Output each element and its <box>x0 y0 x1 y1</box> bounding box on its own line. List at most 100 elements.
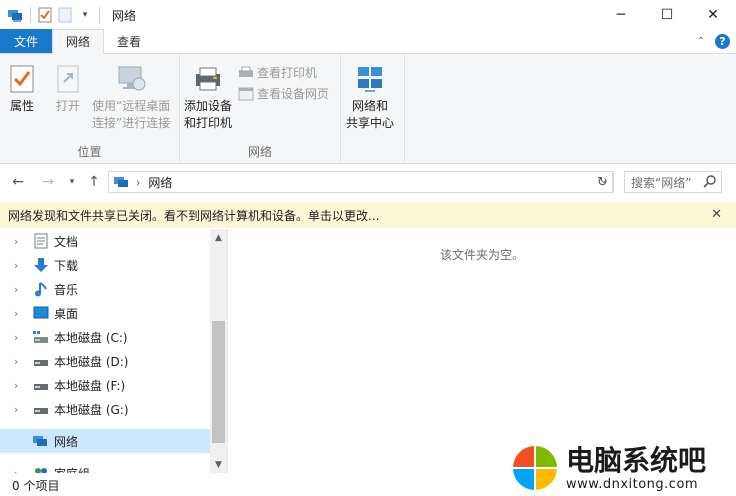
view-device-webpage-label: 查看设备网页 <box>257 87 330 101</box>
network-discovery-infobar[interactable]: 网络发现和文件共享已关闭。看不到网络计算机和设备。单击以更改... ✕ <box>0 202 736 228</box>
network-sharing-center-icon <box>354 62 386 96</box>
watermark-url: www.dnxitong.com <box>566 476 699 492</box>
homegroup-icon <box>32 464 50 473</box>
up-arrow-icon[interactable]: ↑ <box>82 170 106 194</box>
item-count: 0 个项目 <box>12 478 60 493</box>
printer-icon <box>192 62 224 96</box>
recent-locations-chevron-icon[interactable]: ▾ <box>60 170 84 194</box>
expand-chevron-icon[interactable]: › <box>14 259 26 272</box>
navigation-pane: › 文档 › 下载 › 音乐 › 桌面 › 本地磁盘 (C:) › 本地磁盘 (… <box>0 229 227 473</box>
scrollbar-thumb[interactable] <box>212 321 225 443</box>
properties-quick-icon[interactable] <box>35 5 55 25</box>
window-controls: ─ ☐ ✕ <box>598 0 736 30</box>
expand-chevron-icon[interactable]: › <box>14 467 26 474</box>
expand-chevron-icon[interactable]: › <box>14 379 26 392</box>
breadcrumb-network[interactable]: 网络 <box>148 174 172 191</box>
nav-item-label: 家庭组 <box>54 465 90 474</box>
search-box[interactable]: 搜索“网络” <box>624 171 722 193</box>
nav-item-documents[interactable]: › 文档 <box>0 229 78 253</box>
network-window-icon <box>6 5 26 25</box>
nav-item-drive-c[interactable]: › 本地磁盘 (C:) <box>0 325 128 349</box>
location-group: 属性 打开 使用“远程桌面 连接”进行连接 位置 <box>0 54 180 164</box>
nav-item-drive-f[interactable]: › 本地磁盘 (F:) <box>0 373 125 397</box>
address-bar-row: ← → ▾ ↑ › 网络 ⌄ ↻ 搜索“网络” <box>0 165 736 199</box>
desktop-icon <box>32 304 50 322</box>
open-label: 打开 <box>55 99 80 113</box>
nav-item-network[interactable]: 网络 <box>0 429 210 453</box>
quick-access-toolbar: ▾ 网络 <box>0 0 136 30</box>
scroll-up-icon[interactable]: ▲ <box>210 229 227 246</box>
nav-item-label: 音乐 <box>54 282 79 297</box>
ribbon-right-controls: ⌃ ? <box>697 34 730 49</box>
tab-view[interactable]: 查看 <box>104 29 154 53</box>
infobar-message[interactable]: 网络发现和文件共享已关闭。看不到网络计算机和设备。单击以更改... <box>8 207 379 224</box>
drive-icon <box>32 376 50 394</box>
tab-network[interactable]: 网络 <box>52 29 105 54</box>
network-icon <box>32 432 50 450</box>
properties-icon <box>6 62 38 96</box>
expand-ribbon-icon[interactable]: ⌃ <box>697 36 705 47</box>
network-group: 添加设备 和打印机 查看打印机 查看设备网页 网络 <box>180 54 341 164</box>
open-icon <box>52 62 84 96</box>
pane-divider[interactable] <box>227 229 228 473</box>
expand-chevron-icon[interactable]: › <box>14 235 26 248</box>
customize-toolbar-icon[interactable]: ▾ <box>75 5 95 25</box>
ribbon-tabs: 文件 网络 查看 ⌃ ? <box>0 29 736 54</box>
add-devices-printers-button[interactable]: 添加设备 和打印机 <box>184 62 232 132</box>
nav-item-desktop[interactable]: › 桌面 <box>0 301 78 325</box>
network-group-label: 网络 <box>247 145 272 159</box>
new-folder-quick-icon[interactable] <box>55 5 75 25</box>
watermark-text: 电脑系统吧 www.dnxitong.com <box>566 444 706 492</box>
close-button[interactable]: ✕ <box>690 0 736 30</box>
drive-icon <box>32 352 50 370</box>
add-devices-label-line1: 添加设备 <box>184 99 233 113</box>
network-sharing-center-button[interactable]: 网络和 共享中心 <box>346 62 394 132</box>
downloads-icon <box>32 256 50 274</box>
remote-desktop-button[interactable]: 使用“远程桌面 连接”进行连接 <box>92 62 170 132</box>
separator <box>99 7 100 23</box>
remote-desktop-label-line2: 连接”进行连接 <box>92 116 171 130</box>
navigation-scrollbar[interactable]: ▲ ▼ <box>210 229 227 473</box>
nav-item-label: 本地磁盘 (G:) <box>54 402 129 417</box>
expand-chevron-icon[interactable]: › <box>14 403 26 416</box>
view-printers-button[interactable]: 查看打印机 <box>238 64 317 81</box>
help-icon[interactable]: ? <box>715 34 730 49</box>
breadcrumb-chevron-icon[interactable]: › <box>136 176 140 189</box>
search-icon[interactable] <box>703 174 717 191</box>
documents-icon <box>32 232 50 250</box>
maximize-button[interactable]: ☐ <box>644 0 690 30</box>
music-icon <box>32 280 50 298</box>
network-sharing-label-line2: 共享中心 <box>346 116 395 130</box>
view-device-webpage-button[interactable]: 查看设备网页 <box>238 85 329 102</box>
nav-item-label: 网络 <box>54 434 79 449</box>
expand-chevron-icon[interactable]: › <box>14 283 26 296</box>
expand-chevron-icon[interactable]: › <box>14 307 26 320</box>
title-bar: ▾ 网络 ─ ☐ ✕ <box>0 0 736 30</box>
forward-arrow-icon[interactable]: → <box>36 170 60 194</box>
address-bar[interactable]: › 网络 ⌄ <box>108 171 613 193</box>
nav-item-music[interactable]: › 音乐 <box>0 277 78 301</box>
back-arrow-icon[interactable]: ← <box>6 170 30 194</box>
tab-file[interactable]: 文件 <box>0 29 53 53</box>
expand-chevron-icon[interactable]: › <box>14 331 26 344</box>
drive-icon <box>32 400 50 418</box>
watermark: 电脑系统吧 www.dnxitong.com <box>510 440 736 496</box>
infobar-close-icon[interactable]: ✕ <box>711 207 722 222</box>
nav-item-drive-g[interactable]: › 本地磁盘 (G:) <box>0 397 129 421</box>
system-drive-icon <box>32 328 50 346</box>
nav-item-downloads[interactable]: › 下载 <box>0 253 78 277</box>
expand-chevron-icon[interactable]: › <box>14 355 26 368</box>
nav-item-drive-d[interactable]: › 本地磁盘 (D:) <box>0 349 128 373</box>
add-devices-label-line2: 和打印机 <box>184 116 233 130</box>
windows-logo-icon <box>513 446 557 490</box>
open-button[interactable]: 打开 <box>52 62 84 115</box>
nav-item-label: 本地磁盘 (D:) <box>54 354 129 369</box>
scroll-down-icon[interactable]: ▼ <box>210 456 227 473</box>
nav-item-label: 本地磁盘 (F:) <box>54 378 126 393</box>
nav-item-homegroup[interactable]: › 家庭组 <box>0 461 90 473</box>
properties-button[interactable]: 属性 <box>6 62 38 115</box>
refresh-button[interactable]: ↻ <box>592 171 614 193</box>
remote-desktop-label-line1: 使用“远程桌面 <box>92 99 171 113</box>
minimize-button[interactable]: ─ <box>598 0 644 30</box>
empty-folder-message: 该文件夹为空。 <box>439 248 524 262</box>
